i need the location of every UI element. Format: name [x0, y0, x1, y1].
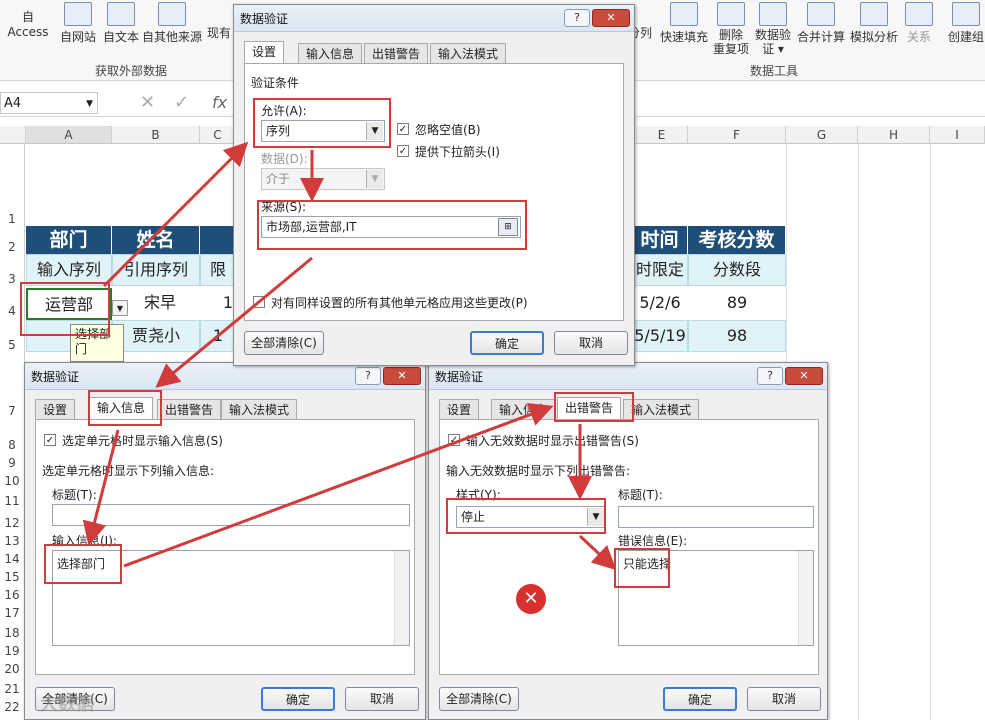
arrow-style-to-error-message: [578, 534, 617, 571]
arrow-tab-to-message: [82, 429, 120, 546]
arrow-source-to-input-tab: [155, 256, 313, 388]
arrow-message-to-error-tab: [123, 403, 554, 568]
annotation-arrows: [82, 141, 617, 571]
arrow-cell-to-allow: [102, 141, 249, 288]
watermark: 大数据: [40, 694, 94, 715]
